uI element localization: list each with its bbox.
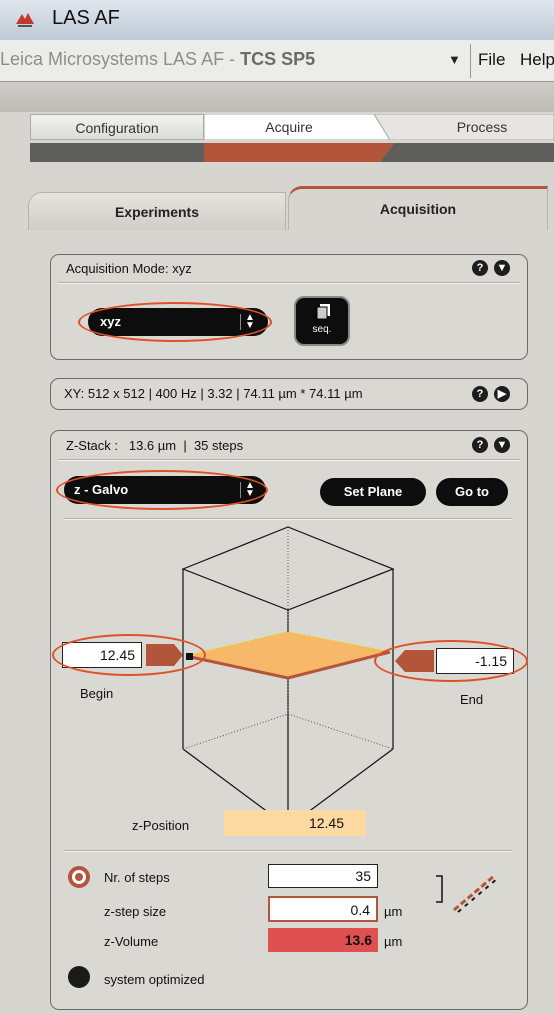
highlight-ring [56, 470, 268, 510]
z-stack-box-diagram [181, 526, 395, 828]
highlight-ring [78, 302, 272, 342]
content-header [0, 82, 554, 112]
z-step-size-unit: µm [384, 904, 403, 919]
z-volume-unit: µm [384, 934, 403, 949]
xy-panel-header: XY: 512 x 512 | 400 Hz | 3.32 | 74.11 µm… [64, 386, 363, 401]
expand-icon[interactable]: ▶ [494, 386, 510, 402]
begin-label: Begin [80, 686, 114, 701]
tab-acquisition[interactable]: Acquisition [288, 186, 548, 230]
menu-help[interactable]: Help [520, 50, 554, 70]
system-dropdown-arrow-icon[interactable]: ▼ [448, 52, 461, 67]
end-label: End [460, 692, 484, 707]
help-icon[interactable]: ? [472, 386, 488, 402]
help-icon[interactable]: ? [472, 260, 488, 276]
panel-divider [58, 282, 520, 284]
z-volume-label: z-Volume [104, 934, 159, 949]
tab-acquire[interactable]: Acquire [204, 114, 374, 140]
app-name: Leica Microsystems LAS AF - TCS SP5 [0, 49, 316, 69]
help-icon[interactable]: ? [472, 437, 488, 453]
z-position-label: z-Position [132, 818, 190, 833]
collapse-icon[interactable]: ▼ [494, 260, 510, 276]
set-plane-button[interactable]: Set Plane [320, 478, 426, 506]
system-name: TCS SP5 [240, 49, 316, 69]
highlight-ring [52, 634, 206, 676]
menu-separator [470, 44, 471, 78]
go-to-button[interactable]: Go to [436, 478, 508, 506]
panel-divider [64, 850, 512, 852]
sequential-icon [316, 304, 330, 320]
z-step-size-field[interactable]: 0.4 [268, 896, 378, 922]
z-stack-header: Z-Stack : 13.6 µm | 35 steps [66, 438, 244, 453]
panel-divider [58, 459, 520, 461]
panel-divider [64, 518, 512, 520]
sequential-label: seq. [312, 324, 332, 335]
tab-experiments[interactable]: Experiments [28, 192, 286, 230]
leica-app-icon [16, 13, 34, 27]
system-optimized-radio[interactable] [68, 966, 90, 988]
system-optimized-label: system optimized [104, 972, 205, 987]
chain-link-icon[interactable] [450, 872, 502, 914]
tab-configuration[interactable]: Configuration [30, 114, 204, 140]
acquisition-mode-header: Acquisition Mode: xyz [66, 261, 192, 276]
nr-steps-radio[interactable] [68, 866, 90, 888]
z-volume-value: 13.6 [268, 928, 378, 952]
z-step-size-label: z-step size [104, 904, 167, 919]
tab-process[interactable]: Process [410, 114, 554, 140]
nr-steps-field[interactable]: 35 [268, 864, 378, 888]
sequential-button[interactable]: seq. [294, 296, 350, 346]
window-title: LAS AF [52, 7, 120, 29]
highlight-ring [374, 640, 528, 682]
stripe-configuration [30, 143, 204, 162]
stripe-acquire-process [204, 143, 554, 162]
menu-file[interactable]: File [478, 50, 505, 70]
collapse-icon[interactable]: ▼ [494, 437, 510, 453]
radio-dot [75, 873, 83, 881]
nr-steps-label: Nr. of steps [104, 870, 170, 885]
z-position-value: 12.45 [224, 810, 366, 836]
